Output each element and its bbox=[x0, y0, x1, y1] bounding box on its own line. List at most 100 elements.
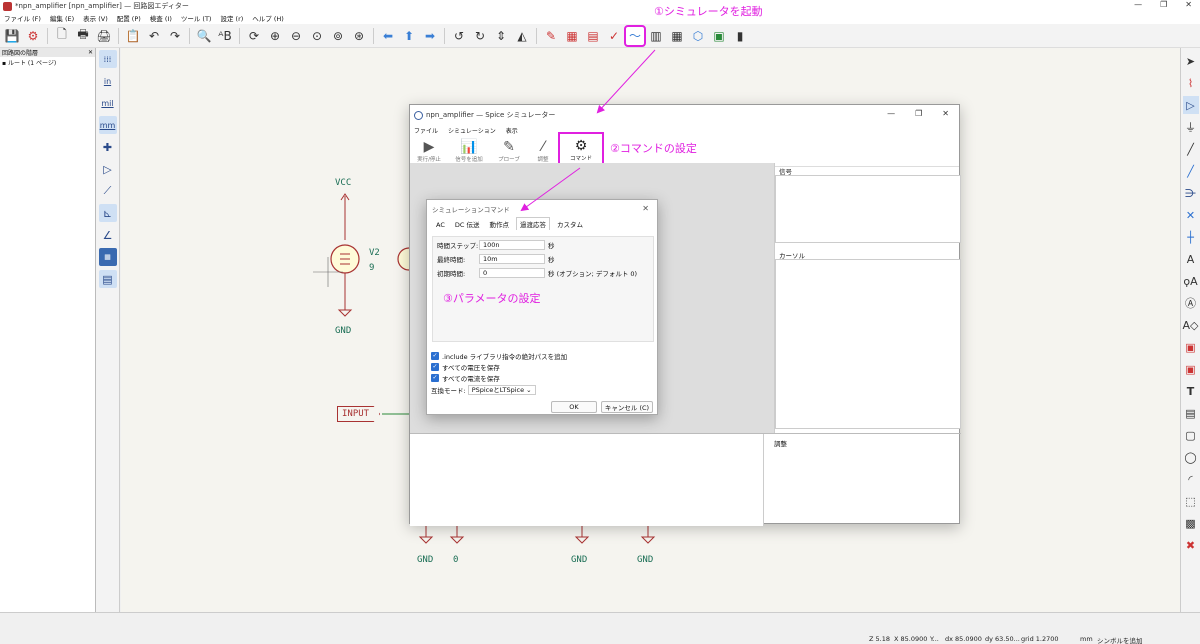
rule-checker-icon[interactable]: ▦ bbox=[98, 248, 117, 266]
tab-operating-point[interactable]: 動作点 bbox=[487, 218, 513, 230]
maximize-button[interactable]: ❐ bbox=[1160, 0, 1167, 9]
nav-up-icon[interactable]: ⬆ bbox=[400, 27, 418, 45]
annotate-icon[interactable]: ▤ bbox=[584, 27, 602, 45]
bottom-gnd-symbols[interactable] bbox=[418, 524, 656, 544]
zoom-out-icon[interactable]: ⊖ bbox=[287, 27, 305, 45]
zoom-selection-icon[interactable]: ⊛ bbox=[350, 27, 368, 45]
redo-icon[interactable]: ↷ bbox=[166, 27, 184, 45]
input-global-label[interactable]: INPUT bbox=[337, 406, 381, 422]
units-mm-button[interactable]: mm bbox=[98, 116, 117, 134]
menu-preferences[interactable]: 設定 (r) bbox=[220, 13, 243, 23]
mirror-horizontal-icon[interactable]: ◭ bbox=[513, 27, 531, 45]
annotation-panel-icon[interactable]: ▤ bbox=[98, 270, 117, 288]
gnd-power-symbol[interactable] bbox=[337, 309, 353, 317]
tab-ac[interactable]: AC bbox=[433, 220, 448, 230]
new-page-icon[interactable]: 🗋 bbox=[53, 27, 71, 45]
cursors-list[interactable] bbox=[775, 259, 961, 429]
circle-icon[interactable]: ◯ bbox=[1183, 448, 1199, 466]
refresh-icon[interactable]: ⟳ bbox=[245, 27, 263, 45]
close-icon[interactable]: ✕ bbox=[642, 204, 649, 213]
add-bus-icon[interactable]: ╱ bbox=[1183, 162, 1199, 180]
line-45-icon[interactable]: ⟋ bbox=[99, 182, 117, 200]
minimize-button[interactable]: — bbox=[1134, 0, 1142, 9]
mirror-vertical-icon[interactable]: ⇕ bbox=[492, 27, 510, 45]
zoom-in-icon[interactable]: ⊕ bbox=[266, 27, 284, 45]
partial-component[interactable] bbox=[397, 247, 410, 271]
symbol-editor-icon[interactable]: ✎ bbox=[542, 27, 560, 45]
sim-command-button[interactable]: ⚙ コマンド bbox=[558, 132, 604, 168]
sim-menu-view[interactable]: 表示 bbox=[506, 126, 518, 135]
ok-button[interactable]: OK bbox=[551, 401, 597, 413]
zoom-fit-icon[interactable]: ⊙ bbox=[308, 27, 326, 45]
menu-file[interactable]: ファイル (F) bbox=[4, 13, 41, 23]
checkbox-checked-icon[interactable]: ✓ bbox=[431, 362, 439, 371]
nav-back-icon[interactable]: ⬅ bbox=[379, 27, 397, 45]
pcb-editor-icon[interactable]: ▣ bbox=[710, 27, 728, 45]
hier-sheet-icon[interactable]: ▣ bbox=[1183, 338, 1199, 356]
net-label-icon[interactable]: A bbox=[1183, 250, 1199, 268]
menu-edit[interactable]: 編集 (E) bbox=[50, 13, 74, 23]
line-free-icon[interactable]: ∠ bbox=[99, 226, 117, 244]
no-connect-icon[interactable]: ✕ bbox=[1183, 206, 1199, 224]
undo-icon[interactable]: ↶ bbox=[145, 27, 163, 45]
menu-tools[interactable]: ツール (T) bbox=[181, 13, 212, 23]
save-all-currents-option[interactable]: ✓ すべての電流を保存 bbox=[431, 372, 567, 383]
scripting-console-icon[interactable]: ▮ bbox=[731, 27, 749, 45]
wire-to-bus-icon[interactable]: ⋺ bbox=[1183, 184, 1199, 202]
schematic-setup-icon[interactable]: ⚙ bbox=[24, 27, 42, 45]
find-icon[interactable]: 🔍 bbox=[195, 27, 213, 45]
rotate-ccw-icon[interactable]: ↺ bbox=[450, 27, 468, 45]
image-icon[interactable]: ▩ bbox=[1183, 514, 1199, 532]
save-icon[interactable]: 💾 bbox=[3, 27, 21, 45]
grid-icon[interactable]: ⁞⁞⁞ bbox=[98, 50, 117, 68]
add-signals-button[interactable]: 📊 信号を追加 bbox=[452, 136, 486, 166]
nav-forward-icon[interactable]: ➡ bbox=[421, 27, 439, 45]
minimize-button[interactable]: — bbox=[887, 109, 895, 118]
sim-menu-file[interactable]: ファイル bbox=[414, 126, 438, 135]
hier-label-icon[interactable]: A◇ bbox=[1183, 316, 1199, 334]
menu-view[interactable]: 表示 (V) bbox=[83, 13, 108, 23]
net-class-icon[interactable]: ϙA bbox=[1183, 272, 1199, 290]
zoom-objects-icon[interactable]: ⊚ bbox=[329, 27, 347, 45]
symbol-browser-icon[interactable]: ▦ bbox=[563, 27, 581, 45]
vcc-power-symbol[interactable] bbox=[340, 193, 350, 240]
junction-icon[interactable]: ┼ bbox=[1183, 228, 1199, 246]
cursor-icon[interactable]: ✚ bbox=[99, 138, 117, 156]
textbox-icon[interactable]: ▤ bbox=[1183, 404, 1199, 422]
tab-transient[interactable]: 過渡応答 bbox=[516, 217, 550, 230]
select-arrow-icon[interactable]: ➤ bbox=[1183, 52, 1199, 70]
add-power-icon[interactable]: ⏚ bbox=[1183, 118, 1199, 136]
include-abs-path-option[interactable]: ✓ .include ライブラリ指令の絶対パスを追加 bbox=[431, 350, 567, 361]
global-label-icon[interactable]: Ⓐ bbox=[1183, 294, 1199, 312]
v2-voltage-source[interactable] bbox=[330, 244, 360, 310]
arc-icon[interactable]: ◜ bbox=[1183, 470, 1199, 488]
initial-time-input[interactable]: 0 bbox=[479, 267, 545, 278]
print-icon[interactable]: 🖶 bbox=[74, 27, 92, 45]
time-step-input[interactable]: 100n bbox=[479, 239, 545, 250]
tab-custom[interactable]: カスタム bbox=[554, 218, 586, 230]
add-symbol-icon[interactable]: ▷ bbox=[1182, 96, 1199, 114]
run-stop-button[interactable]: ▶ 実行/停止 bbox=[412, 136, 446, 166]
find-replace-icon[interactable]: ᴬB bbox=[216, 27, 234, 45]
rotate-cw-icon[interactable]: ↻ bbox=[471, 27, 489, 45]
add-wire-icon[interactable]: ╱ bbox=[1183, 140, 1199, 158]
sim-menu-simulation[interactable]: シミュレーション bbox=[448, 126, 496, 135]
checkbox-checked-icon[interactable]: ✓ bbox=[431, 373, 439, 382]
cancel-button[interactable]: キャンセル (C) bbox=[601, 401, 653, 413]
close-button[interactable]: ✕ bbox=[942, 109, 949, 118]
signals-list[interactable] bbox=[775, 175, 961, 243]
hierarchy-root-item[interactable]: ▪ ルート (1 ページ) bbox=[0, 58, 95, 67]
save-all-voltages-option[interactable]: ✓ すべての電圧を保存 bbox=[431, 361, 567, 372]
highlight-net-icon[interactable]: ⌇ bbox=[1183, 74, 1199, 92]
probe-button[interactable]: ✎ プローブ bbox=[492, 136, 526, 166]
bom-icon[interactable]: ▥ bbox=[647, 27, 665, 45]
simulator-console[interactable] bbox=[410, 434, 764, 526]
rectangle-icon[interactable]: ▢ bbox=[1183, 426, 1199, 444]
plot-icon[interactable]: 🖨 bbox=[95, 27, 113, 45]
paste-icon[interactable]: 📋 bbox=[124, 27, 142, 45]
units-inch-button[interactable]: in bbox=[99, 72, 117, 90]
delete-icon[interactable]: ✖ bbox=[1183, 536, 1199, 554]
final-time-input[interactable]: 10m bbox=[479, 253, 545, 264]
text-icon[interactable]: T bbox=[1183, 382, 1199, 400]
fields-table-icon[interactable]: ▦ bbox=[668, 27, 686, 45]
